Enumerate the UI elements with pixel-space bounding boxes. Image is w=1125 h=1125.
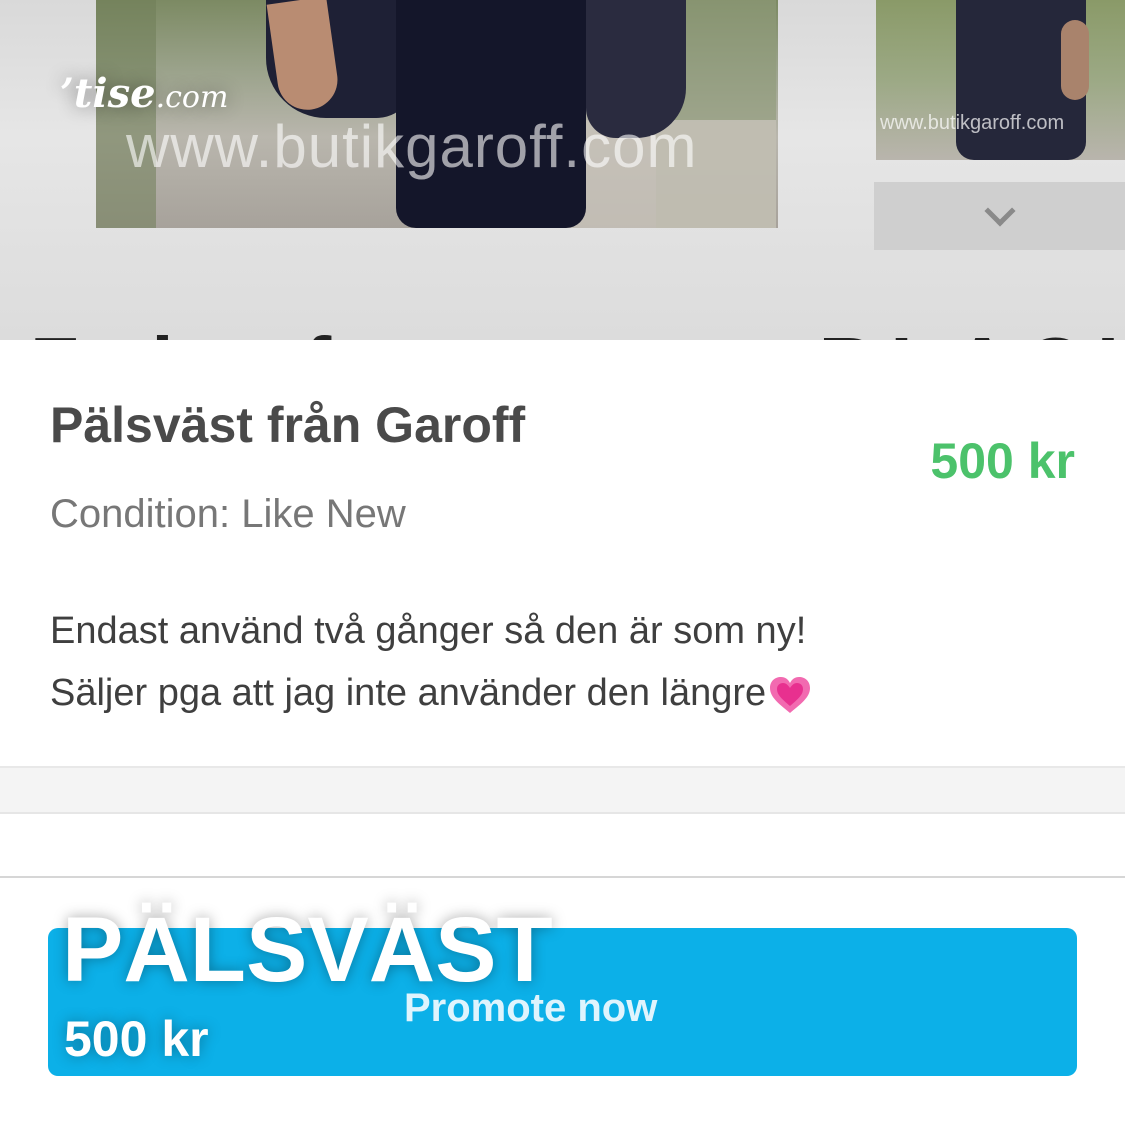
growing-heart-icon <box>770 676 811 713</box>
listing-condition: Condition: Like New <box>50 492 406 536</box>
listing-card: Pälsväst från Garoff 500 kr Condition: L… <box>0 340 1125 768</box>
thumbnail-photo[interactable]: www.butikgaroff.com <box>876 0 1125 160</box>
listing-description: Endast använd två gånger så den är som n… <box>50 600 812 724</box>
thumbnail-watermark: www.butikgaroff.com <box>880 112 1065 134</box>
image-gallery: www.butikgaroff.com www.butikgaroff.com … <box>0 0 1125 340</box>
tise-logo: ’tise.com <box>60 70 229 117</box>
overlay-caption-title: PÄLSVÄST <box>62 899 553 1001</box>
listing-title: Pälsväst från Garoff <box>50 397 526 453</box>
divider-line <box>0 876 1125 878</box>
photo-watermark: www.butikgaroff.com <box>126 113 698 180</box>
section-divider <box>0 768 1125 814</box>
overlay-caption-price: 500 kr <box>64 1011 209 1067</box>
chevron-down-icon <box>983 195 1016 227</box>
cut-off-heading: Faka fur vest - BLACK <box>30 318 1125 342</box>
listing-price: 500 kr <box>930 433 1075 489</box>
screen: www.butikgaroff.com www.butikgaroff.com … <box>0 0 1125 1125</box>
more-thumbnails-button[interactable] <box>874 182 1125 250</box>
